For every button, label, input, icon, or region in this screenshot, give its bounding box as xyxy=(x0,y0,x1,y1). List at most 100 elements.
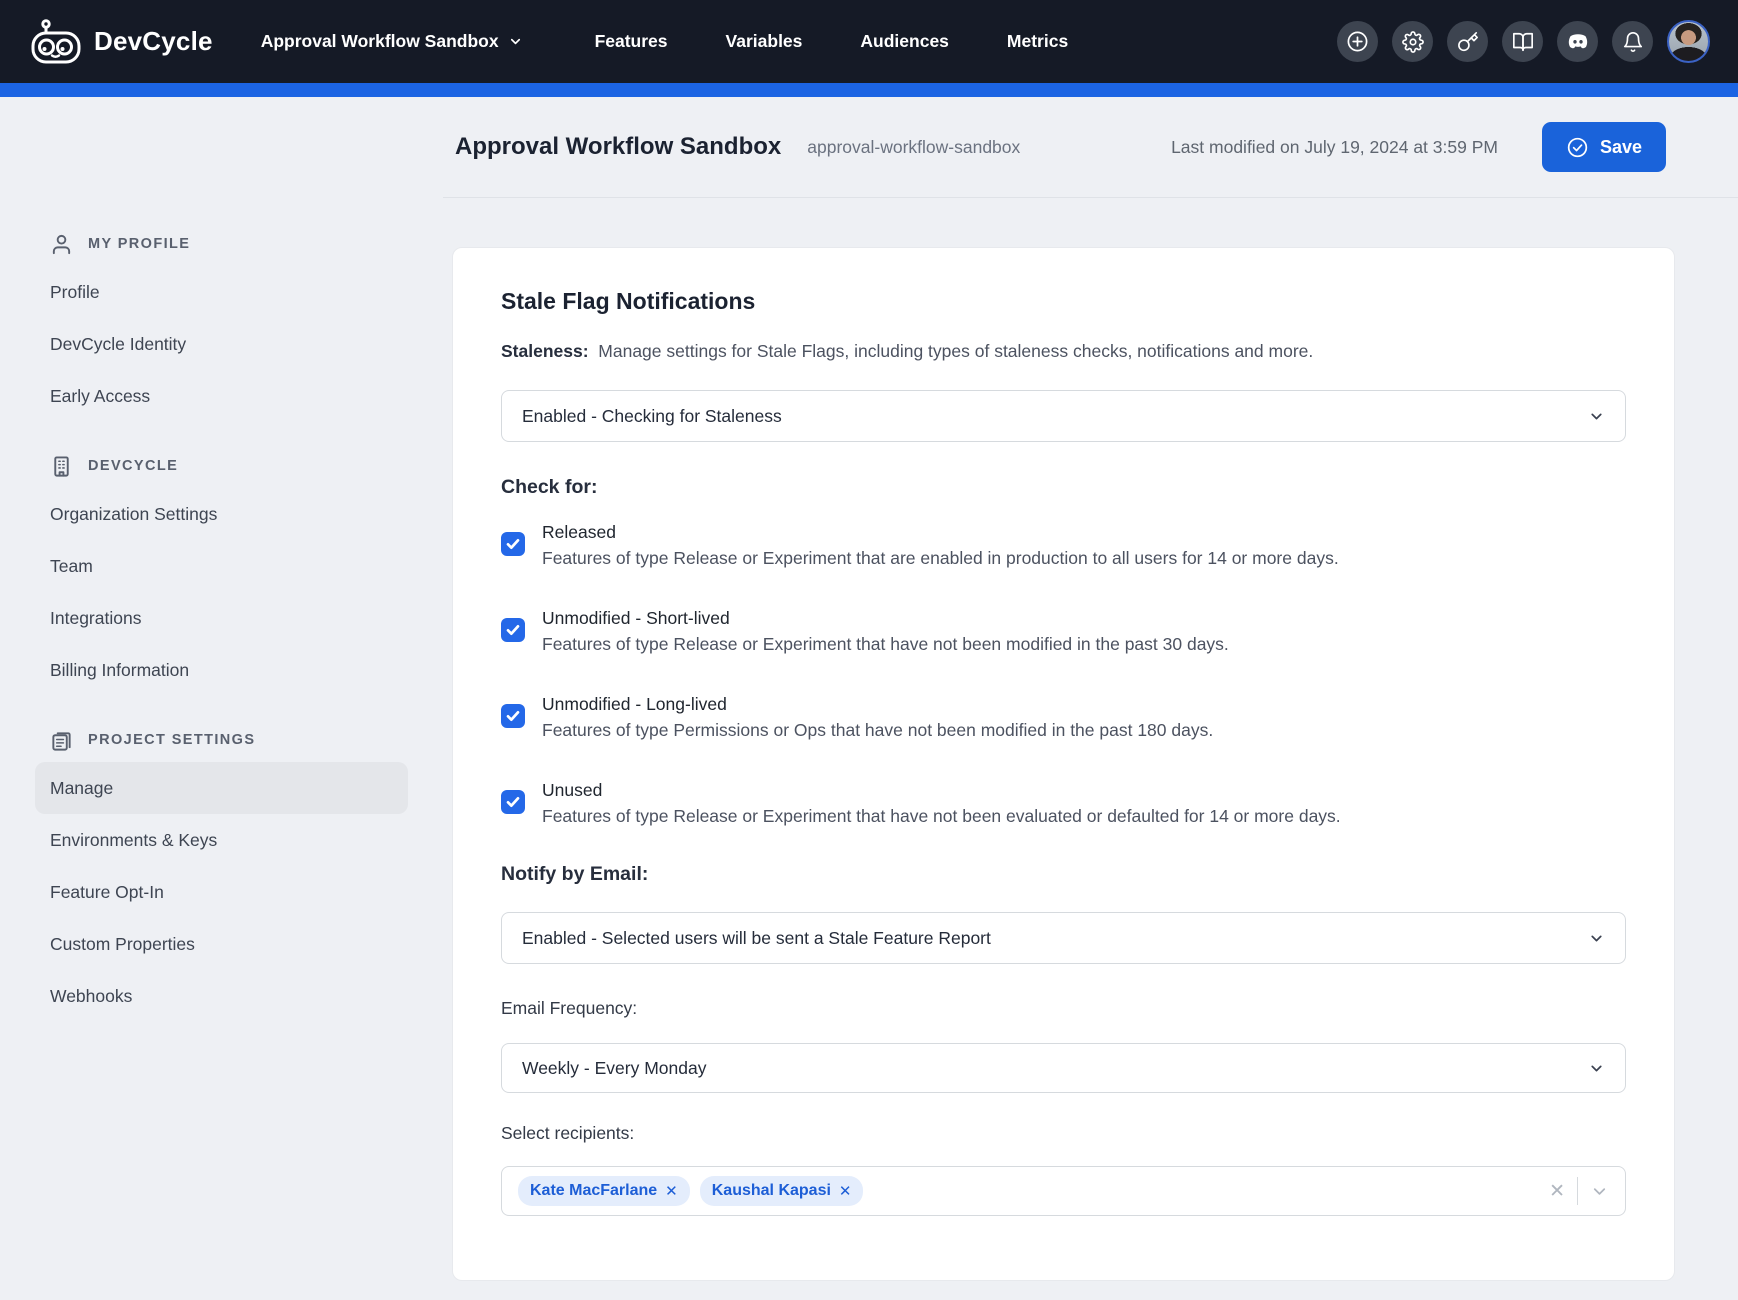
sidebar-section-label: DEVCYCLE xyxy=(88,458,178,474)
nav-link-features[interactable]: Features xyxy=(595,31,668,52)
checkbox-unmodified-short-lived[interactable] xyxy=(501,618,525,642)
recipient-tag: Kaushal Kapasi ✕ xyxy=(700,1176,864,1206)
top-navigation: DevCycle Approval Workflow Sandbox Featu… xyxy=(0,0,1738,83)
notify-select[interactable]: Enabled - Selected users will be sent a … xyxy=(501,912,1626,964)
checkbox-unused[interactable] xyxy=(501,790,525,814)
check-label: Unmodified - Long-lived xyxy=(542,691,1213,717)
recipient-tag: Kate MacFarlane ✕ xyxy=(518,1176,690,1206)
sidebar-item-team[interactable]: Team xyxy=(35,540,408,592)
sidebar-section-devcycle: DEVCYCLE xyxy=(35,444,408,488)
create-button[interactable] xyxy=(1337,21,1378,62)
divider xyxy=(1577,1177,1578,1205)
api-keys-button[interactable] xyxy=(1447,21,1488,62)
chevron-down-icon xyxy=(1588,930,1605,947)
check-description: Features of type Release or Experiment t… xyxy=(542,631,1229,657)
devcycle-logo[interactable]: DevCycle xyxy=(30,19,213,65)
plus-circle-icon xyxy=(1346,30,1369,53)
discord-icon xyxy=(1566,30,1590,54)
email-frequency-label: Email Frequency: xyxy=(501,998,1626,1019)
key-icon xyxy=(1457,31,1479,53)
brand-name: DevCycle xyxy=(94,26,213,57)
staleness-label: Staleness: xyxy=(501,341,589,361)
page-title: Approval Workflow Sandbox xyxy=(455,133,781,161)
recipient-name: Kate MacFarlane xyxy=(530,1182,657,1200)
docs-button[interactable] xyxy=(1502,21,1543,62)
card-title: Stale Flag Notifications xyxy=(501,288,1626,315)
recipient-name: Kaushal Kapasi xyxy=(712,1182,831,1200)
devcycle-robot-icon xyxy=(30,19,82,65)
nav-links: Features Variables Audiences Metrics xyxy=(595,31,1069,52)
recipients-multiselect[interactable]: Kate MacFarlane ✕ Kaushal Kapasi ✕ ✕ xyxy=(501,1166,1626,1216)
book-icon xyxy=(1512,31,1534,53)
chevron-down-icon xyxy=(1588,1060,1605,1077)
sidebar-section-project-settings: PROJECT SETTINGS xyxy=(35,718,408,762)
settings-sidebar: MY PROFILE Profile DevCycle Identity Ear… xyxy=(35,222,408,1022)
nav-link-audiences[interactable]: Audiences xyxy=(860,31,949,52)
check-description: Features of type Release or Experiment t… xyxy=(542,803,1341,829)
user-icon xyxy=(50,233,73,256)
check-row-unmodified-long-lived: Unmodified - Long-lived Features of type… xyxy=(501,691,1626,743)
check-for-label: Check for: xyxy=(501,476,1626,499)
stale-flag-notifications-card: Stale Flag Notifications Staleness: Mana… xyxy=(452,247,1675,1281)
save-button-label: Save xyxy=(1600,137,1642,158)
sidebar-section-label: MY PROFILE xyxy=(88,236,190,252)
frequency-select[interactable]: Weekly - Every Monday xyxy=(501,1043,1626,1093)
sidebar-item-manage[interactable]: Manage xyxy=(35,762,408,814)
staleness-checks: Released Features of type Release or Exp… xyxy=(501,519,1626,829)
check-label: Unmodified - Short-lived xyxy=(542,605,1229,631)
discord-button[interactable] xyxy=(1557,21,1598,62)
multiselect-controls: ✕ xyxy=(1549,1177,1609,1205)
accent-strip xyxy=(0,83,1738,97)
sidebar-item-environments-keys[interactable]: Environments & Keys xyxy=(35,814,408,866)
frequency-select-value: Weekly - Every Monday xyxy=(522,1058,706,1079)
check-row-unused: Unused Features of type Release or Exper… xyxy=(501,777,1626,829)
staleness-desc-text: Manage settings for Stale Flags, includi… xyxy=(598,341,1313,361)
check-row-released: Released Features of type Release or Exp… xyxy=(501,519,1626,571)
notifications-button[interactable] xyxy=(1612,21,1653,62)
building-icon xyxy=(50,455,73,478)
notify-by-email-label: Notify by Email: xyxy=(501,863,1626,886)
project-switcher-dropdown[interactable]: Approval Workflow Sandbox xyxy=(261,31,523,52)
settings-button[interactable] xyxy=(1392,21,1433,62)
notify-select-value: Enabled - Selected users will be sent a … xyxy=(522,928,991,949)
staleness-description: Staleness: Manage settings for Stale Fla… xyxy=(501,341,1626,362)
last-modified-text: Last modified on July 19, 2024 at 3:59 P… xyxy=(1171,137,1498,158)
chevron-down-icon xyxy=(1588,408,1605,425)
sidebar-item-feature-opt-in[interactable]: Feature Opt-In xyxy=(35,866,408,918)
check-label: Unused xyxy=(542,777,1341,803)
save-button[interactable]: Save xyxy=(1542,122,1666,172)
page-header: Approval Workflow Sandbox approval-workf… xyxy=(0,97,1738,198)
nav-link-metrics[interactable]: Metrics xyxy=(1007,31,1068,52)
chevron-down-icon xyxy=(508,34,523,49)
sidebar-item-early-access[interactable]: Early Access xyxy=(35,370,408,422)
sidebar-item-custom-properties[interactable]: Custom Properties xyxy=(35,918,408,970)
checkbox-released[interactable] xyxy=(501,532,525,556)
gear-icon xyxy=(1402,31,1424,53)
sidebar-item-integrations[interactable]: Integrations xyxy=(35,592,408,644)
chevron-down-icon[interactable] xyxy=(1590,1182,1609,1201)
checkbox-unmodified-long-lived[interactable] xyxy=(501,704,525,728)
bell-icon xyxy=(1622,31,1644,53)
user-avatar[interactable] xyxy=(1667,20,1710,63)
remove-recipient-icon[interactable]: ✕ xyxy=(839,1182,852,1200)
sidebar-item-devcycle-identity[interactable]: DevCycle Identity xyxy=(35,318,408,370)
check-description: Features of type Release or Experiment t… xyxy=(542,545,1339,571)
sidebar-item-profile[interactable]: Profile xyxy=(35,266,408,318)
remove-recipient-icon[interactable]: ✕ xyxy=(665,1182,678,1200)
sidebar-section-my-profile: MY PROFILE xyxy=(35,222,408,266)
nav-icon-buttons xyxy=(1337,20,1710,63)
sidebar-item-webhooks[interactable]: Webhooks xyxy=(35,970,408,1022)
clear-all-icon[interactable]: ✕ xyxy=(1549,1182,1565,1201)
nav-link-variables[interactable]: Variables xyxy=(726,31,803,52)
page-slug: approval-workflow-sandbox xyxy=(807,137,1020,158)
notepad-icon xyxy=(50,729,73,752)
check-label: Released xyxy=(542,519,1339,545)
staleness-select[interactable]: Enabled - Checking for Staleness xyxy=(501,390,1626,442)
project-switcher-label: Approval Workflow Sandbox xyxy=(261,31,499,52)
sidebar-section-label: PROJECT SETTINGS xyxy=(88,732,255,748)
select-recipients-label: Select recipients: xyxy=(501,1123,1626,1144)
sidebar-item-billing-information[interactable]: Billing Information xyxy=(35,644,408,696)
check-description: Features of type Permissions or Ops that… xyxy=(542,717,1213,743)
staleness-select-value: Enabled - Checking for Staleness xyxy=(522,406,782,427)
sidebar-item-organization-settings[interactable]: Organization Settings xyxy=(35,488,408,540)
